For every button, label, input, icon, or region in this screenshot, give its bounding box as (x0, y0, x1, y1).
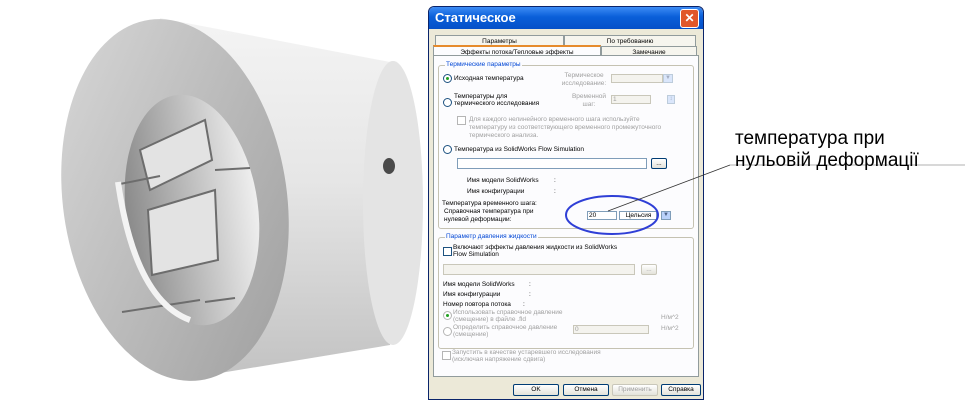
flow-file-path-input[interactable] (457, 158, 647, 169)
use-reference-pressure-radio[interactable] (443, 311, 452, 320)
config-name-label: Имя конфигурации (467, 188, 525, 195)
thermal-options-group: Термические параметры Исходная температу… (438, 61, 694, 229)
static-study-dialog: Статическое ✕ Параметры По требованию Эф… (428, 6, 704, 400)
tab-panel: Термические параметры Исходная температу… (433, 55, 699, 377)
reference-temperature-line1: Справочная температура при (444, 208, 534, 215)
thermal-options-caption: Термические параметры (445, 61, 522, 68)
annotation-line1: температура при (735, 128, 885, 149)
fluid-model-name-colon: : (529, 281, 531, 288)
time-step-input[interactable]: 1 (611, 95, 651, 104)
spinner-icon[interactable]: ↕ (667, 95, 675, 104)
unit-label-2: Н/м^2 (661, 325, 679, 332)
fluid-file-path-input[interactable] (443, 264, 635, 275)
fluid-pressure-caption: Параметр давления жидкости (445, 233, 538, 240)
run-as-legacy-line2: (исключая напряжение сдвига) (452, 356, 546, 363)
model-name-label: Имя модели SolidWorks (467, 177, 539, 184)
each-step-checkbox[interactable] (457, 116, 466, 125)
fluid-model-name-label: Имя модели SolidWorks (443, 281, 515, 288)
flow-simulation-temperature-radio[interactable] (443, 145, 452, 154)
include-fluid-line2: Flow Simulation (453, 251, 499, 258)
browse-button[interactable]: ... (651, 158, 667, 169)
dialog-title-bar: Статическое ✕ (429, 7, 703, 29)
3d-cylinder-model (61, 18, 423, 381)
dialog-title: Статическое (435, 10, 516, 25)
time-step-label: Временной шаг: (571, 93, 607, 108)
define-reference-pressure-radio[interactable] (443, 327, 452, 336)
help-button[interactable]: Справка (661, 384, 701, 396)
each-step-line2: температуру из соответствующего временно… (469, 124, 662, 131)
each-step-line1: Для каждого нелинейного временного шага … (469, 116, 640, 123)
cancel-button[interactable]: Отмена (563, 384, 609, 396)
initial-temperature-radio[interactable] (443, 74, 452, 83)
thermal-study-temperature-radio[interactable] (443, 98, 452, 107)
reference-temperature-line2: нулевой деформации: (444, 216, 512, 223)
thermal-study-label: Термическое исследование: (561, 72, 607, 87)
include-fluid-pressure-checkbox[interactable] (443, 247, 452, 256)
temperature-unit-select[interactable]: Цельсия (619, 211, 657, 220)
run-as-legacy-checkbox[interactable] (442, 351, 451, 360)
fluid-browse-button[interactable]: ... (641, 264, 657, 275)
flow-step-number-colon: : (523, 301, 525, 308)
annotation-text: температура при нульовій деформації (735, 128, 919, 172)
thermal-study-select[interactable] (611, 74, 663, 83)
use-reference-line2: (смещение) в файле .fld (453, 316, 526, 323)
fluid-pressure-group: Параметр давления жидкости Включают эффе… (438, 233, 694, 349)
ok-button[interactable]: OK (513, 384, 559, 396)
apply-button[interactable]: Применить (612, 384, 658, 396)
config-name-colon: : (554, 188, 556, 195)
fluid-config-name-colon: : (529, 291, 531, 298)
time-step-temperature-label: Температура временного шага: (442, 200, 537, 207)
annotation-line2: нульовій деформації (735, 150, 919, 171)
reference-temperature-input[interactable]: 20 (587, 211, 617, 220)
thermal-study-temperature-line2: термического исследования (454, 100, 540, 107)
unit-label-1: Н/м^2 (661, 314, 679, 321)
flow-simulation-temperature-label: Температура из SolidWorks Flow Simulatio… (454, 146, 585, 153)
close-icon[interactable]: ✕ (680, 9, 699, 28)
fluid-config-name-label: Имя конфигурации (443, 291, 501, 298)
radial-hole (383, 158, 395, 174)
chevron-down-icon[interactable]: ▼ (661, 211, 671, 220)
chevron-down-icon[interactable]: ▼ (663, 74, 673, 83)
each-step-line3: термического анализа. (469, 132, 539, 139)
flow-step-number-label: Номер повтора потока (443, 301, 511, 308)
define-reference-line2: (смещение) (453, 331, 489, 338)
reference-pressure-input[interactable]: 0 (573, 325, 649, 334)
model-name-colon: : (554, 177, 556, 184)
initial-temperature-label: Исходная температура (454, 75, 524, 82)
